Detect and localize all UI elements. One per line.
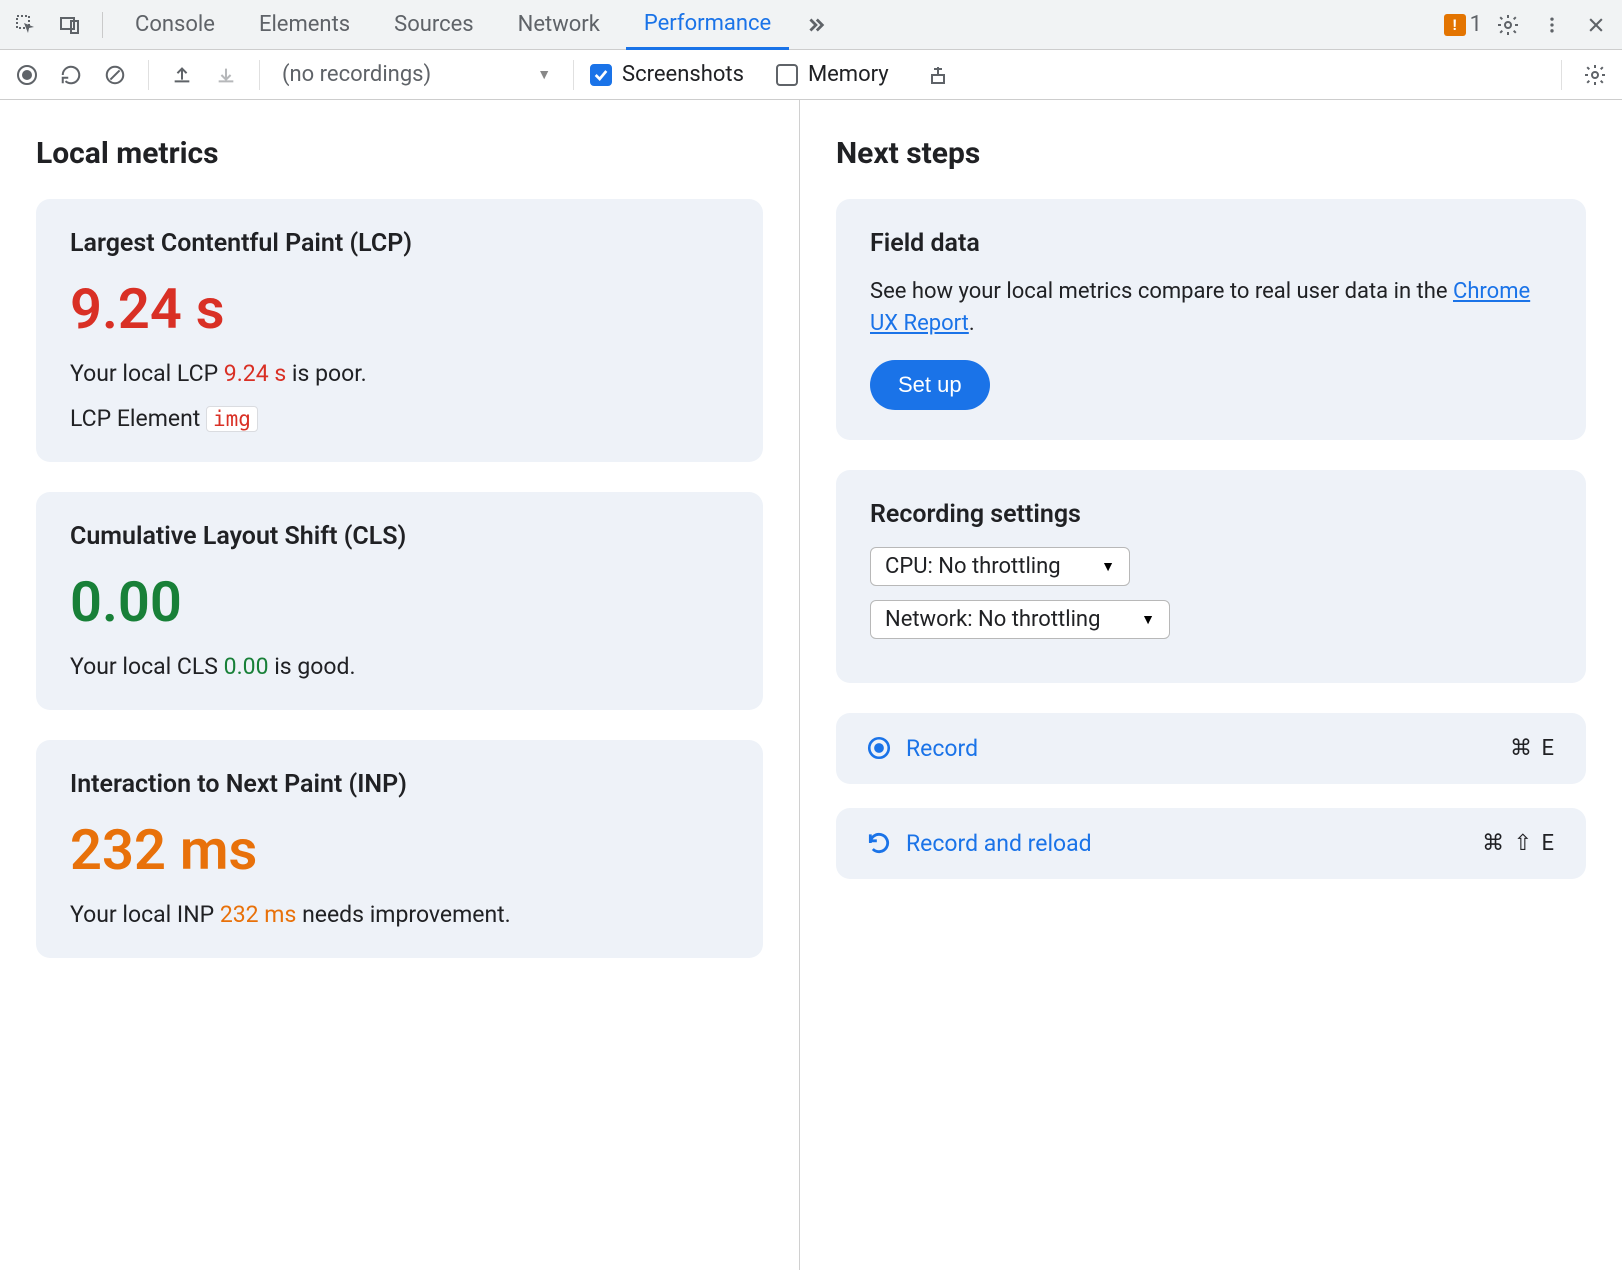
record-action[interactable]: Record ⌘ E <box>836 713 1586 784</box>
inp-desc-val: 232 ms <box>220 901 297 928</box>
tab-network[interactable]: Network <box>500 0 618 50</box>
issues-count: 1 <box>1470 12 1482 37</box>
separator <box>259 60 260 90</box>
field-desc-pre: See how your local metrics compare to re… <box>870 279 1453 304</box>
cls-desc: Your local CLS 0.00 is good. <box>70 653 729 680</box>
record-reload-label: Record and reload <box>906 830 1092 857</box>
device-toolbar-icon[interactable] <box>52 7 88 43</box>
chevron-down-icon: ▼ <box>1141 611 1155 628</box>
set-up-button[interactable]: Set up <box>870 360 990 410</box>
memory-checkbox[interactable] <box>776 64 798 86</box>
lcp-element-label: LCP Element <box>70 405 200 432</box>
separator <box>1561 60 1562 90</box>
recordings-select[interactable]: (no recordings) ▼ <box>276 62 557 87</box>
cls-desc-val: 0.00 <box>224 653 269 680</box>
inp-title: Interaction to Next Paint (INP) <box>70 770 729 799</box>
lcp-value: 9.24 s <box>70 276 729 342</box>
local-metrics-column: Local metrics Largest Contentful Paint (… <box>0 100 800 1270</box>
field-desc-post: . <box>969 311 975 336</box>
cls-title: Cumulative Layout Shift (CLS) <box>70 522 729 551</box>
reload-icon <box>866 830 892 856</box>
cls-value: 0.00 <box>70 569 729 635</box>
cls-card: Cumulative Layout Shift (CLS) 0.00 Your … <box>36 492 763 710</box>
separator <box>148 60 149 90</box>
local-metrics-heading: Local metrics <box>36 136 763 171</box>
kebab-menu-icon[interactable] <box>1534 7 1570 43</box>
screenshots-label: Screenshots <box>622 62 744 87</box>
more-tabs-icon[interactable] <box>797 7 833 43</box>
panel-settings-icon[interactable] <box>1578 58 1612 92</box>
lcp-element-row: LCP Element img <box>70 405 729 432</box>
close-icon[interactable] <box>1578 7 1614 43</box>
chevron-down-icon: ▼ <box>1101 558 1115 575</box>
separator <box>102 12 103 38</box>
separator <box>573 60 574 90</box>
issues-badge[interactable]: ! 1 <box>1444 12 1482 37</box>
inp-desc: Your local INP 232 ms needs improvement. <box>70 901 729 928</box>
field-data-desc: See how your local metrics compare to re… <box>870 276 1552 340</box>
devtools-tab-bar: Console Elements Sources Network Perform… <box>0 0 1622 50</box>
recording-settings-card: Recording settings CPU: No throttling ▼ … <box>836 470 1586 683</box>
next-steps-heading: Next steps <box>836 136 1586 171</box>
clear-icon[interactable] <box>98 58 132 92</box>
inp-value: 232 ms <box>70 817 729 883</box>
lcp-element-tag[interactable]: img <box>206 406 258 432</box>
record-reload-action[interactable]: Record and reload ⌘ ⇧ E <box>836 808 1586 879</box>
gc-icon[interactable] <box>921 58 955 92</box>
field-data-card: Field data See how your local metrics co… <box>836 199 1586 440</box>
inspect-element-icon[interactable] <box>8 7 44 43</box>
inp-desc-pre: Your local INP <box>70 901 220 928</box>
inp-card: Interaction to Next Paint (INP) 232 ms Y… <box>36 740 763 958</box>
settings-icon[interactable] <box>1490 7 1526 43</box>
cpu-throttling-select[interactable]: CPU: No throttling ▼ <box>870 547 1130 586</box>
warning-icon: ! <box>1444 14 1466 36</box>
lcp-desc-pre: Your local LCP <box>70 360 224 387</box>
lcp-desc-val: 9.24 s <box>224 360 286 387</box>
main-content: Local metrics Largest Contentful Paint (… <box>0 100 1622 1270</box>
network-throttling-select[interactable]: Network: No throttling ▼ <box>870 600 1170 639</box>
tab-sources[interactable]: Sources <box>376 0 492 50</box>
record-shortcut: ⌘ E <box>1510 736 1556 761</box>
perf-toolbar: (no recordings) ▼ Screenshots Memory <box>0 50 1622 100</box>
screenshots-checkbox[interactable] <box>590 64 612 86</box>
cls-desc-post: is good. <box>269 653 356 680</box>
dropdown-caret-icon: ▼ <box>537 66 551 83</box>
record-reload-shortcut: ⌘ ⇧ E <box>1482 831 1556 856</box>
record-icon <box>866 735 892 761</box>
tab-elements[interactable]: Elements <box>241 0 368 50</box>
memory-label: Memory <box>808 62 889 87</box>
record-label: Record <box>906 735 978 762</box>
network-throttling-value: Network: No throttling <box>885 607 1100 632</box>
recording-settings-title: Recording settings <box>870 500 1552 529</box>
tab-performance[interactable]: Performance <box>626 0 789 50</box>
lcp-desc-post: is poor. <box>286 360 367 387</box>
reload-icon[interactable] <box>54 58 88 92</box>
lcp-desc: Your local LCP 9.24 s is poor. <box>70 360 729 387</box>
inp-desc-post: needs improvement. <box>296 901 510 928</box>
tab-console[interactable]: Console <box>117 0 233 50</box>
lcp-card: Largest Contentful Paint (LCP) 9.24 s Yo… <box>36 199 763 462</box>
record-button-icon[interactable] <box>10 58 44 92</box>
download-icon[interactable] <box>209 58 243 92</box>
field-data-title: Field data <box>870 229 1552 258</box>
cls-desc-pre: Your local CLS <box>70 653 224 680</box>
recordings-label: (no recordings) <box>282 62 431 87</box>
lcp-title: Largest Contentful Paint (LCP) <box>70 229 729 258</box>
cpu-throttling-value: CPU: No throttling <box>885 554 1061 579</box>
upload-icon[interactable] <box>165 58 199 92</box>
next-steps-column: Next steps Field data See how your local… <box>800 100 1622 1270</box>
